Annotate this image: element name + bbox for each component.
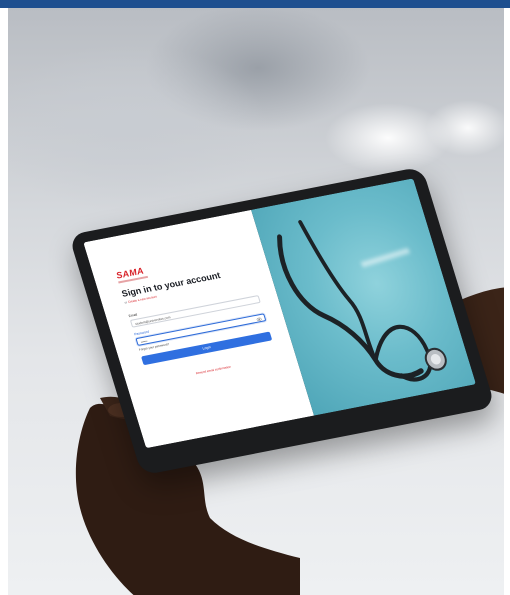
tablet-screen: SAMA Sign in to your account or Create a… — [83, 178, 477, 449]
tablet-device: SAMA Sign in to your account or Create a… — [68, 166, 496, 476]
taskbar-dot[interactable] — [263, 434, 270, 440]
taskbar-app-2[interactable] — [334, 416, 366, 426]
eye-icon[interactable] — [256, 316, 262, 321]
password-value: •••••• — [140, 338, 148, 344]
top-accent-bar — [0, 0, 510, 8]
background-photo: SAMA Sign in to your account or Create a… — [8, 8, 504, 595]
taskbar-app-1[interactable] — [275, 425, 317, 438]
taskbar-dot[interactable] — [322, 423, 328, 428]
